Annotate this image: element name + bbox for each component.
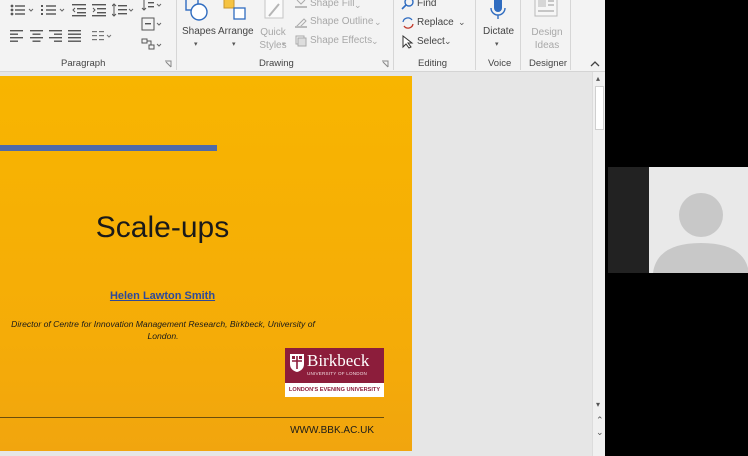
shape-outline-button[interactable]: Shape Outline	[310, 16, 373, 27]
paragraph-dialog-launcher-icon[interactable]	[164, 60, 172, 68]
next-slide-icon[interactable]: ⌄	[596, 428, 604, 437]
slide-canvas[interactable]: Scale-ups Helen Lawton Smith Director of…	[0, 76, 412, 451]
smartart-icon[interactable]	[141, 38, 163, 52]
drawing-dialog-launcher-icon[interactable]	[381, 60, 389, 68]
microphone-icon[interactable]	[489, 0, 507, 20]
shape-outline-icon[interactable]	[295, 16, 307, 28]
justify-icon[interactable]	[68, 30, 82, 42]
designer-group-label: Designer	[529, 58, 568, 69]
avatar-placeholder-icon	[653, 193, 748, 273]
shape-effects-button[interactable]: Shape Effects	[310, 35, 372, 46]
presenter-name[interactable]: Helen Lawton Smith	[0, 290, 325, 302]
quick-styles-icon[interactable]	[262, 0, 288, 22]
bullets-icon[interactable]	[10, 3, 34, 17]
previous-slide-icon[interactable]: ⌃	[596, 416, 604, 425]
arrange-button[interactable]: Arrange	[218, 26, 254, 37]
select-button[interactable]: Select	[417, 36, 445, 47]
powerpoint-window: Paragraph Shapes ▾ Arrange ▾ Quick Style…	[0, 0, 605, 456]
ribbon-separator	[393, 0, 394, 70]
ribbon: Paragraph Shapes ▾ Arrange ▾ Quick Style…	[0, 0, 605, 72]
find-icon[interactable]	[401, 0, 415, 10]
footer-url[interactable]: WWW.BBK.AC.UK	[290, 425, 374, 436]
increase-indent-icon[interactable]	[92, 3, 108, 17]
align-right-icon[interactable]	[49, 30, 63, 42]
arrange-dropdown-caret[interactable]: ▾	[232, 40, 236, 48]
editing-group-label: Editing	[418, 58, 448, 69]
line-spacing-icon[interactable]	[112, 3, 134, 17]
participant-tile[interactable]	[649, 167, 748, 273]
numbering-icon[interactable]	[41, 3, 65, 17]
logo-tagline: LONDON'S EVENING UNIVERSITY	[285, 383, 384, 397]
shapes-button[interactable]: Shapes	[182, 26, 216, 37]
vertical-scrollbar[interactable]: ▴ ▾ ⌃ ⌄	[592, 72, 605, 456]
voice-group-label: Voice	[488, 58, 512, 69]
select-dropdown-caret[interactable]: ⌄	[444, 36, 452, 47]
ribbon-separator	[475, 0, 476, 70]
logo-name: Birkbeck	[307, 351, 370, 370]
replace-dropdown-caret[interactable]: ⌄	[458, 17, 466, 28]
quick-styles-button[interactable]: Quick Styles	[256, 26, 290, 52]
decrease-indent-icon[interactable]	[72, 3, 88, 17]
shape-fill-dropdown-caret[interactable]: ⌄	[354, 0, 362, 11]
shape-fill-icon[interactable]	[295, 0, 307, 8]
ribbon-separator	[520, 0, 521, 70]
birkbeck-logo: Birkbeck UNIVERSITY OF LONDON LONDON'S E…	[285, 348, 384, 397]
align-text-icon[interactable]	[141, 17, 163, 31]
arrange-icon[interactable]	[222, 0, 248, 22]
collapse-ribbon-icon[interactable]	[589, 60, 601, 68]
text-direction-icon[interactable]	[141, 0, 163, 12]
shape-outline-dropdown-caret[interactable]: ⌄	[374, 17, 382, 28]
align-center-icon[interactable]	[30, 30, 44, 42]
slide-accent-bar	[0, 145, 217, 151]
scrollbar-thumb[interactable]	[595, 86, 604, 130]
design-ideas-button[interactable]: Design Ideas	[530, 26, 564, 52]
dictate-dropdown-caret[interactable]: ▾	[495, 40, 499, 48]
presenter-affiliation[interactable]: Director of Centre for Innovation Manage…	[4, 318, 322, 342]
columns-icon[interactable]	[92, 30, 114, 42]
select-cursor-icon[interactable]	[402, 35, 414, 49]
find-button[interactable]: Find	[417, 0, 436, 9]
replace-button[interactable]: Replace	[417, 17, 454, 28]
slide-title[interactable]: Scale-ups	[0, 211, 325, 245]
shape-effects-dropdown-caret[interactable]: ⌄	[371, 36, 379, 47]
shape-effects-icon[interactable]	[295, 35, 307, 47]
participant-tile-dark[interactable]	[608, 167, 649, 273]
footer-rule	[0, 417, 384, 418]
replace-icon[interactable]	[401, 16, 415, 30]
ribbon-separator	[570, 0, 571, 70]
drawing-group-label: Drawing	[259, 58, 294, 69]
shape-fill-button[interactable]: Shape Fill	[310, 0, 354, 9]
paragraph-group-label: Paragraph	[61, 58, 106, 69]
align-left-icon[interactable]	[10, 30, 24, 42]
scroll-down-icon[interactable]: ▾	[596, 401, 600, 409]
design-ideas-icon[interactable]	[533, 0, 559, 20]
logo-subtitle: UNIVERSITY OF LONDON	[307, 371, 368, 376]
crest-icon	[290, 354, 304, 372]
ribbon-separator	[176, 0, 177, 70]
quick-styles-dropdown-caret[interactable]: ▾	[282, 40, 286, 48]
dictate-button[interactable]: Dictate	[483, 26, 514, 37]
scroll-up-icon[interactable]: ▴	[596, 75, 600, 83]
shapes-dropdown-caret[interactable]: ▾	[194, 40, 198, 48]
shapes-icon[interactable]	[185, 0, 211, 22]
